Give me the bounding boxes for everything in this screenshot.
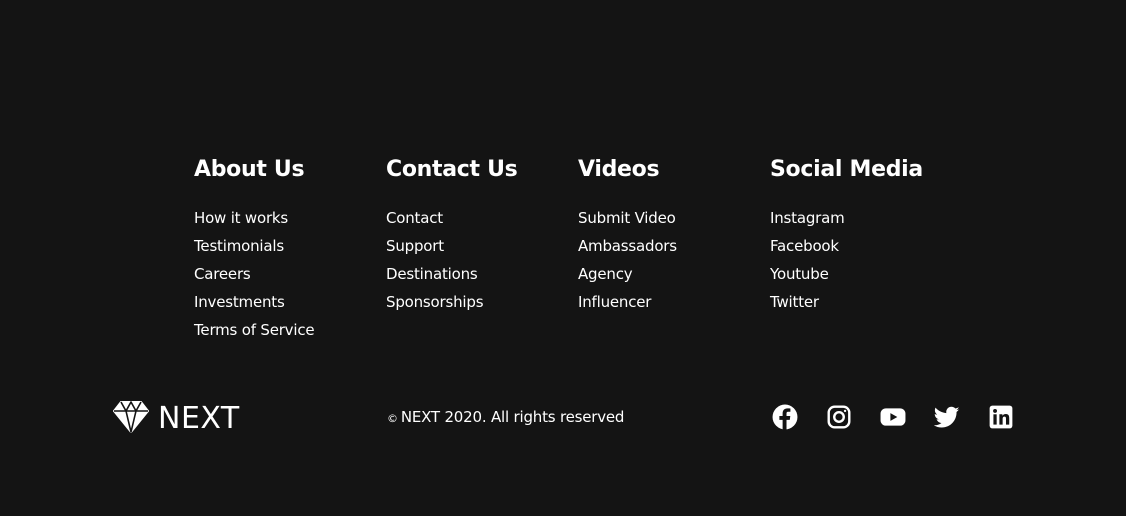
footer-link-youtube[interactable]: Youtube (770, 265, 829, 283)
list-item: Investments (194, 288, 314, 316)
instagram-icon[interactable] (826, 404, 852, 430)
facebook-icon[interactable] (772, 404, 798, 430)
footer-link-terms-of-service[interactable]: Terms of Service (194, 321, 315, 339)
copyright-symbol: © (387, 412, 398, 425)
footer-link-sponsorships[interactable]: Sponsorships (386, 293, 484, 311)
footer-link-ambassadors[interactable]: Ambassadors (578, 237, 677, 255)
list-item: Submit Video (578, 204, 677, 232)
social-icons (772, 404, 1014, 430)
copyright-notice: © NEXT 2020. All rights reserved (387, 407, 624, 429)
footer-link-investments[interactable]: Investments (194, 293, 285, 311)
list-item: Testimonials (194, 232, 314, 260)
footer-column-social-media: Social Media Instagram Facebook Youtube … (770, 156, 923, 316)
list-item: Agency (578, 260, 677, 288)
list-item: Support (386, 232, 517, 260)
column-heading: Videos (578, 157, 660, 182)
footer-link-submit-video[interactable]: Submit Video (578, 209, 676, 227)
footer-column-about-us: About Us How it works Testimonials Caree… (194, 156, 315, 344)
list-item: Influencer (578, 288, 677, 316)
brand-logo[interactable]: NEXT (112, 400, 240, 438)
footer-link-support[interactable]: Support (386, 237, 444, 255)
youtube-icon[interactable] (880, 404, 906, 430)
footer-column-contact-us: Contact Us Contact Support Destinations … (386, 156, 518, 316)
link-list: Submit Video Ambassadors Agency Influenc… (578, 204, 677, 316)
copyright-text: NEXT 2020. All rights reserved (400, 408, 625, 426)
footer-link-facebook[interactable]: Facebook (770, 237, 839, 255)
footer-link-contact[interactable]: Contact (386, 209, 443, 227)
list-item: Youtube (770, 260, 923, 288)
diamond-icon (112, 400, 150, 438)
list-item: Destinations (386, 260, 517, 288)
list-item: Instagram (770, 204, 923, 232)
list-item: Contact (386, 204, 517, 232)
list-item: Sponsorships (386, 288, 517, 316)
footer-link-influencer[interactable]: Influencer (578, 293, 651, 311)
linkedin-icon[interactable] (988, 404, 1014, 430)
link-list: Instagram Facebook Youtube Twitter (770, 204, 923, 316)
footer-link-testimonials[interactable]: Testimonials (194, 237, 284, 255)
list-item: How it works (194, 204, 314, 232)
column-heading: About Us (194, 157, 305, 182)
twitter-icon[interactable] (934, 404, 960, 430)
list-item: Terms of Service (194, 316, 315, 344)
site-footer: About Us How it works Testimonials Caree… (0, 0, 1126, 516)
list-item: Twitter (770, 288, 923, 316)
footer-link-instagram[interactable]: Instagram (770, 209, 845, 227)
footer-link-twitter[interactable]: Twitter (770, 293, 819, 311)
link-list: How it works Testimonials Careers Invest… (194, 204, 315, 344)
link-list: Contact Support Destinations Sponsorship… (386, 204, 517, 316)
footer-column-videos: Videos Submit Video Ambassadors Agency I… (578, 156, 677, 316)
footer-link-agency[interactable]: Agency (578, 265, 633, 283)
list-item: Facebook (770, 232, 923, 260)
footer-link-destinations[interactable]: Destinations (386, 265, 478, 283)
list-item: Ambassadors (578, 232, 677, 260)
column-heading: Social Media (770, 157, 923, 182)
column-heading: Contact Us (386, 157, 518, 182)
list-item: Careers (194, 260, 314, 288)
brand-name: NEXT (158, 401, 240, 436)
footer-link-careers[interactable]: Careers (194, 265, 251, 283)
footer-link-how-it-works[interactable]: How it works (194, 209, 288, 227)
